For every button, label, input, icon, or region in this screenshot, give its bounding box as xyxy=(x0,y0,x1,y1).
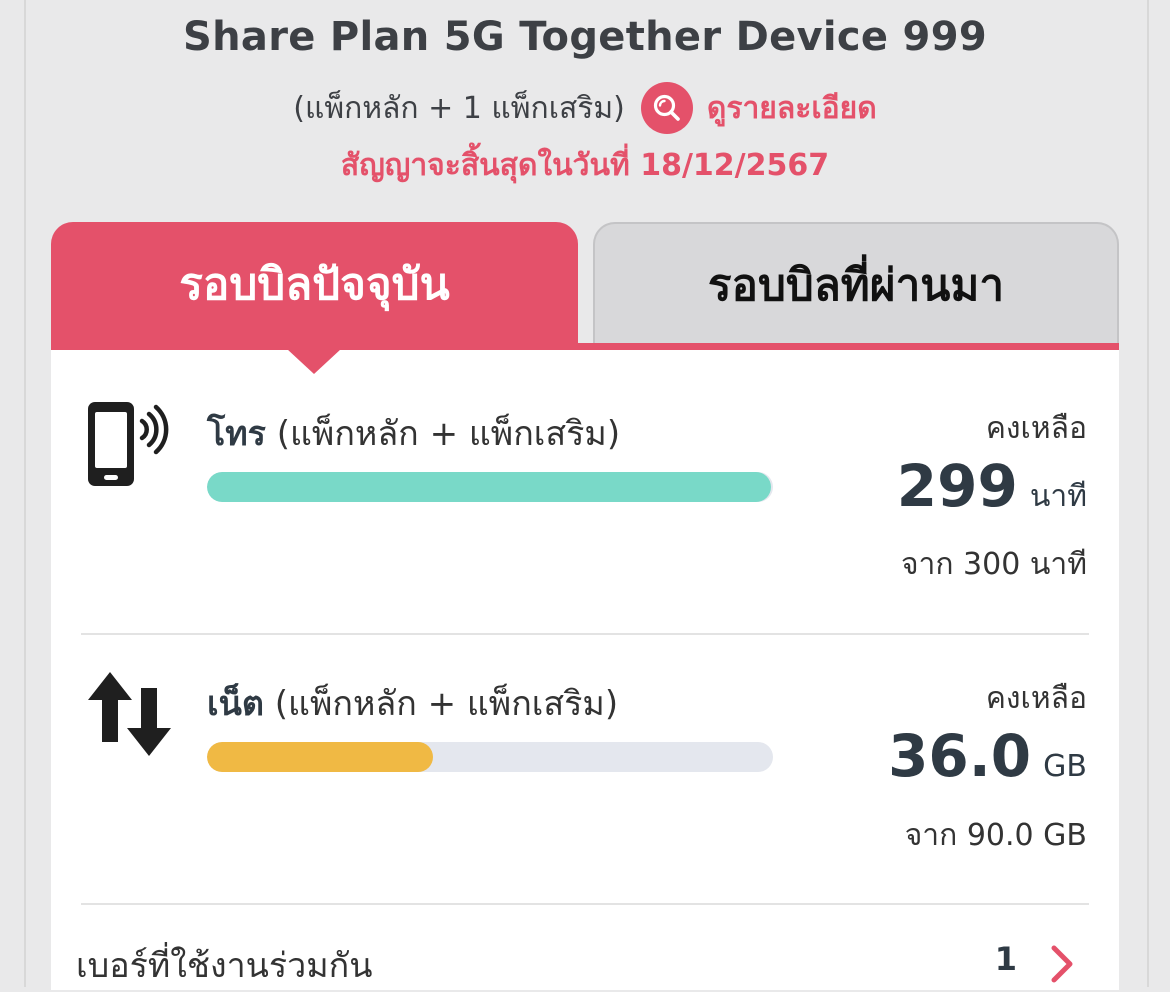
call-progress-fill xyxy=(207,472,772,502)
data-title: เน็ต xyxy=(207,684,264,724)
shared-numbers-count: 1 xyxy=(994,940,1017,978)
call-total: จาก 300 นาที xyxy=(900,547,1087,582)
call-title: โทร xyxy=(207,414,266,454)
shared-numbers-row[interactable]: เบอร์ที่ใช้งานร่วมกัน 1 xyxy=(51,918,1119,987)
up-down-arrows-icon xyxy=(86,670,174,764)
shared-numbers-label: เบอร์ที่ใช้งานร่วมกัน xyxy=(76,946,373,986)
data-total: จาก 90.0 GB xyxy=(904,818,1087,853)
active-tab-pointer xyxy=(287,349,341,374)
magnifier-icon xyxy=(640,82,693,134)
chevron-right-icon xyxy=(1049,944,1075,988)
plan-subheader: (แพ็กหลัก + 1 แพ็กเสริม) ดูรายละเอียด xyxy=(0,82,1170,134)
call-remaining-number: 299 xyxy=(896,452,1018,520)
view-details-link[interactable]: ดูรายละเอียด xyxy=(640,82,877,134)
call-remaining-label: คงเหลือ xyxy=(985,411,1087,446)
data-usage-label: เน็ต (แพ็กหลัก + แพ็กเสริม) xyxy=(207,676,618,730)
package-description: (แพ็กหลัก + 1 แพ็กเสริม) xyxy=(293,90,625,126)
phone-signal-icon xyxy=(83,398,175,494)
tab-current-bill[interactable]: รอบบิลปัจจุบัน xyxy=(51,222,578,346)
divider xyxy=(81,903,1089,905)
contract-end-date: สัญญาจะสิ้นสุดในวันที่ 18/12/2567 xyxy=(340,148,830,183)
call-subtitle: (แพ็กหลัก + แพ็กเสริม) xyxy=(276,414,621,454)
call-remaining-value: 299 นาที xyxy=(897,452,1087,520)
data-remaining-label: คงเหลือ xyxy=(985,681,1087,716)
tab-underline xyxy=(51,343,1119,350)
call-progress-bar xyxy=(207,472,773,502)
data-remaining-value: 36.0 GB xyxy=(888,722,1087,790)
data-progress-fill xyxy=(207,742,434,772)
view-details-label: ดูรายละเอียด xyxy=(706,90,877,126)
plan-name: Share Plan 5G Together Device 999 xyxy=(183,14,987,60)
data-progress-bar xyxy=(207,742,773,772)
call-usage-label: โทร (แพ็กหลัก + แพ็กเสริม) xyxy=(207,406,620,460)
call-remaining-unit: นาที xyxy=(1029,479,1087,514)
divider xyxy=(81,633,1089,635)
data-remaining-number: 36.0 xyxy=(888,722,1032,790)
tab-previous-bill[interactable]: รอบบิลที่ผ่านมา xyxy=(593,222,1119,346)
data-subtitle: (แพ็กหลัก + แพ็กเสริม) xyxy=(274,684,619,724)
data-remaining-unit: GB xyxy=(1043,749,1087,784)
